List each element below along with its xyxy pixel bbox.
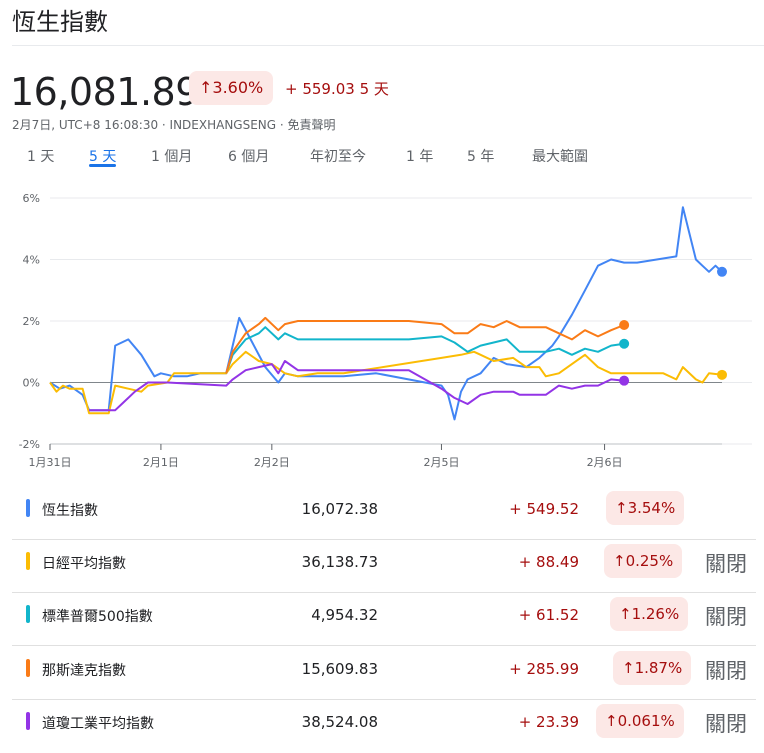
x-tick-label: 2月1日 [143,456,179,469]
index-percent-badge: ↑0.25% [604,544,683,578]
y-tick-label: 6% [23,192,40,205]
series-endpoint-2 [619,338,630,349]
index-percent-badge: ↑1.26% [610,597,689,631]
y-tick-label: 4% [23,254,40,267]
y-tick-label: 0% [23,377,40,390]
index-value: 16,072.38 [301,500,378,518]
x-tick-label: 1月31日 [29,456,72,469]
remove-comparison-button[interactable]: 關閉 [705,601,747,631]
index-value: 36,138.73 [301,553,378,571]
y-tick-label: 2% [23,315,40,328]
x-tick-label: 2月5日 [423,456,459,469]
remove-comparison-button[interactable]: 關閉 [705,708,747,738]
index-percent-badge: ↑3.54% [606,491,685,525]
comparison-row[interactable]: 道瓊工業平均指數 38,524.08 + 23.39 ↑0.061% 關閉 [12,700,760,753]
line-chart: 6% 4% 2% 0% -2% 1月31日 2月1日 2月2日 2月5日 2月6日 [19,192,752,469]
quote-meta: 2月7日, UTC+8 16:08:30 · INDEXHANGSENG · 免… [12,118,336,132]
y-tick-label: -2% [19,438,40,451]
tab-4[interactable]: 年初至今 [310,146,366,166]
x-tick-label: 2月6日 [587,456,623,469]
series-color-marker [26,605,30,623]
tab-7[interactable]: 最大範圍 [532,146,588,166]
absolute-change: + 559.03 5 天 [285,80,389,98]
index-name: 那斯達克指數 [42,663,126,679]
series-line-0 [49,206,723,421]
series-color-marker [26,552,30,570]
index-value: 38,524.08 [301,713,378,731]
comparison-row[interactable]: 標準普爾500指數 4,954.32 + 61.52 ↑1.26% 關閉 [12,593,760,646]
series-color-marker [26,712,30,730]
x-tick-label: 2月2日 [254,456,290,469]
remove-comparison-button[interactable]: 關閉 [705,548,747,578]
series-color-marker [26,499,30,517]
percent-change-badge: ↑3.60% [189,71,274,105]
index-change: + 549.52 [509,500,579,518]
tab-5[interactable]: 1 年 [406,146,433,166]
index-name: 日經平均指數 [42,556,126,572]
index-name: 道瓊工業平均指數 [42,716,154,732]
comparison-row[interactable]: 恆生指數 16,072.38 + 549.52 ↑3.54% [12,487,760,540]
index-change: + 23.39 [518,713,579,731]
remove-comparison-button[interactable]: 關閉 [705,655,747,685]
comparison-row[interactable]: 日經平均指數 36,138.73 + 88.49 ↑0.25% 關閉 [12,540,760,593]
comparison-row[interactable]: 那斯達克指數 15,609.83 + 285.99 ↑1.87% 關閉 [12,647,760,700]
index-change: + 61.52 [518,606,579,624]
tab-3[interactable]: 6 個月 [228,146,269,166]
header-divider [12,45,764,46]
index-change: + 88.49 [518,553,579,571]
index-percent-badge: ↑1.87% [613,651,692,685]
series-endpoint-4 [619,375,630,386]
series-endpoint-0 [717,266,727,277]
index-change: + 285.99 [509,660,579,678]
tab-6[interactable]: 5 年 [467,146,494,166]
series-endpoint-3 [619,319,630,330]
series-line-2 [225,326,625,374]
row-divider [12,645,756,646]
series-line-4 [89,360,625,412]
index-value: 4,954.32 [311,606,378,624]
tab-0[interactable]: 1 天 [27,146,54,166]
index-percent-badge: ↑0.061% [596,704,684,738]
page-title: 恆生指數 [12,8,108,36]
index-name: 標準普爾500指數 [42,609,153,625]
series-endpoint-1 [717,369,727,380]
price-value: 16,081.89 [10,70,199,114]
index-name: 恆生指數 [42,503,98,519]
active-tab-indicator [89,164,116,167]
series-color-marker [26,659,30,677]
tab-2[interactable]: 1 個月 [151,146,192,166]
index-value: 15,609.83 [301,660,378,678]
tab-1[interactable]: 5 天 [89,146,116,166]
